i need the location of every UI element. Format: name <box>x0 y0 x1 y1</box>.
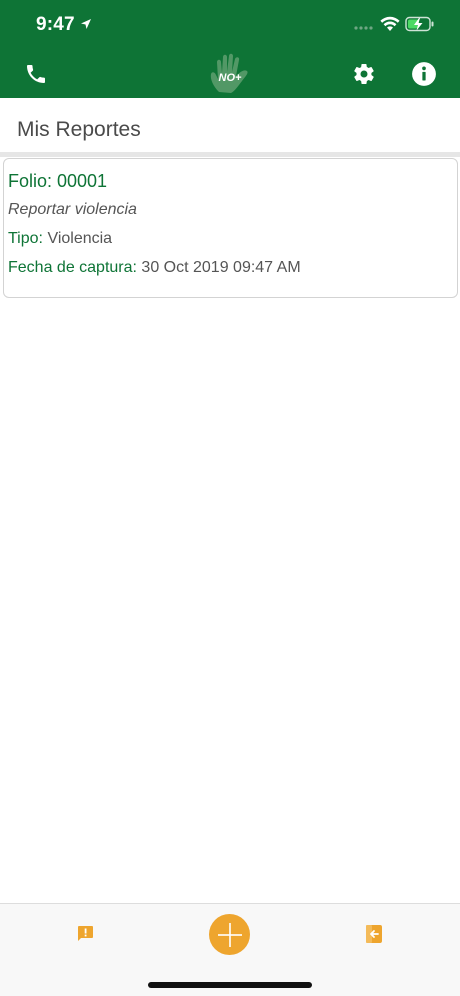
home-indicator <box>148 982 312 988</box>
gear-icon <box>354 64 374 85</box>
report-type: Tipo: Violencia <box>8 230 112 248</box>
phone-icon <box>27 65 45 83</box>
report-card[interactable]: Folio: 00001 Reportar violencia Tipo: Vi… <box>3 158 458 298</box>
title-divider <box>0 152 460 157</box>
logo-text: NO+ <box>219 72 243 84</box>
nav-bar: NO+ <box>0 50 460 98</box>
call-button[interactable] <box>22 60 50 88</box>
report-type-value: Violencia <box>47 230 113 247</box>
logout-tab[interactable] <box>364 924 384 949</box>
report-date-label: Fecha de captura: <box>8 259 137 276</box>
add-report-button[interactable] <box>209 914 250 955</box>
location-arrow-icon <box>81 19 91 29</box>
logout-icon <box>366 925 382 943</box>
report-date: Fecha de captura: 30 Oct 2019 09:47 AM <box>8 259 301 277</box>
wifi-icon <box>380 16 400 31</box>
battery-charging-icon <box>405 16 434 32</box>
report-description: Reportar violencia <box>8 201 137 218</box>
my-reports-tab[interactable] <box>76 925 94 948</box>
info-icon <box>412 62 436 86</box>
app-logo: NO+ <box>205 52 255 96</box>
plus-icon <box>217 922 242 947</box>
status-time: 9:47 <box>36 14 75 35</box>
report-type-label: Tipo: <box>8 230 43 247</box>
status-bar: 9:47 <box>0 0 460 50</box>
report-alert-icon <box>78 926 93 941</box>
page-title: Mis Reportes <box>17 118 141 141</box>
report-folio: Folio: 00001 <box>8 171 108 191</box>
hand-logo-icon: NO+ <box>210 53 248 93</box>
app-screen: 9:47 NO+ Mis Reportes Folio: 00001 Repor… <box>0 0 460 996</box>
bottom-tab-bar <box>0 903 460 996</box>
info-button[interactable] <box>410 60 438 88</box>
signal-icon <box>354 26 373 30</box>
header: 9:47 NO+ <box>0 0 460 98</box>
settings-button[interactable] <box>350 60 378 88</box>
report-date-value: 30 Oct 2019 09:47 AM <box>141 259 301 276</box>
